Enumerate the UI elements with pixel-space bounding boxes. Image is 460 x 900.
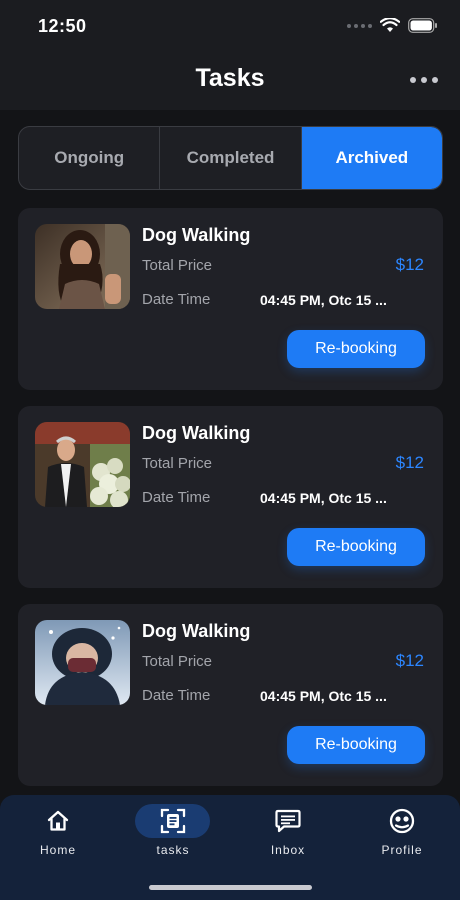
tab-completed[interactable]: Completed: [160, 127, 302, 189]
profile-icon: [357, 805, 447, 837]
nav-inbox-label: Inbox: [270, 843, 306, 857]
home-icon: [13, 805, 103, 837]
inbox-icon: [243, 805, 333, 837]
wifi-icon: [380, 18, 400, 32]
date-value: 04:45 PM, Otc 15 ...: [260, 490, 387, 506]
signal-icon: [347, 23, 372, 28]
price-label: Total Price: [142, 257, 213, 274]
task-card[interactable]: Dog Walking Total Price $12 Date Time 04…: [18, 604, 443, 786]
task-card[interactable]: Dog Walking Total Price $12 Date Time 04…: [18, 406, 443, 588]
tasks-icon: [128, 805, 218, 837]
task-title: Dog Walking: [142, 225, 251, 245]
price-label: Total Price: [142, 455, 213, 472]
task-card[interactable]: Dog Walking Total Price $12 Date Time 04…: [18, 208, 443, 390]
date-label: Date Time: [142, 489, 211, 506]
status-time: 12:50: [38, 16, 87, 36]
nav-inbox[interactable]: Inbox: [243, 805, 333, 857]
task-photo: [35, 422, 130, 507]
date-label: Date Time: [142, 687, 211, 704]
date-label: Date Time: [142, 291, 211, 308]
page-title: Tasks: [195, 64, 265, 92]
rebooking-button[interactable]: Re-booking: [287, 528, 425, 566]
nav-tasks[interactable]: tasks: [128, 805, 218, 857]
tab-archived[interactable]: Archived: [301, 127, 442, 189]
tab-ongoing[interactable]: Ongoing: [19, 127, 161, 189]
home-indicator: [149, 885, 312, 890]
status-bar: 12:50: [0, 0, 460, 50]
price-label: Total Price: [142, 653, 213, 670]
rebooking-button[interactable]: Re-booking: [287, 726, 425, 764]
task-status-tabs: Ongoing Completed Archived: [18, 126, 443, 190]
date-value: 04:45 PM, Otc 15 ...: [260, 292, 387, 308]
nav-profile[interactable]: Profile: [357, 805, 447, 857]
nav-home-label: Home: [39, 843, 76, 857]
more-options-icon[interactable]: [410, 70, 438, 90]
task-photo: [35, 224, 130, 309]
app-header: Tasks: [0, 50, 460, 110]
price-value: $12: [395, 651, 424, 670]
date-value: 04:45 PM, Otc 15 ...: [260, 688, 387, 704]
price-value: $12: [395, 453, 424, 472]
nav-home[interactable]: Home: [13, 805, 103, 857]
status-icons: [347, 18, 438, 33]
nav-profile-label: Profile: [381, 843, 423, 857]
price-value: $12: [395, 255, 424, 274]
battery-icon: [408, 18, 437, 33]
rebooking-button[interactable]: Re-booking: [287, 330, 425, 368]
task-title: Dog Walking: [142, 621, 251, 641]
task-photo: [35, 620, 130, 705]
nav-tasks-label: tasks: [156, 843, 190, 857]
task-title: Dog Walking: [142, 423, 251, 443]
